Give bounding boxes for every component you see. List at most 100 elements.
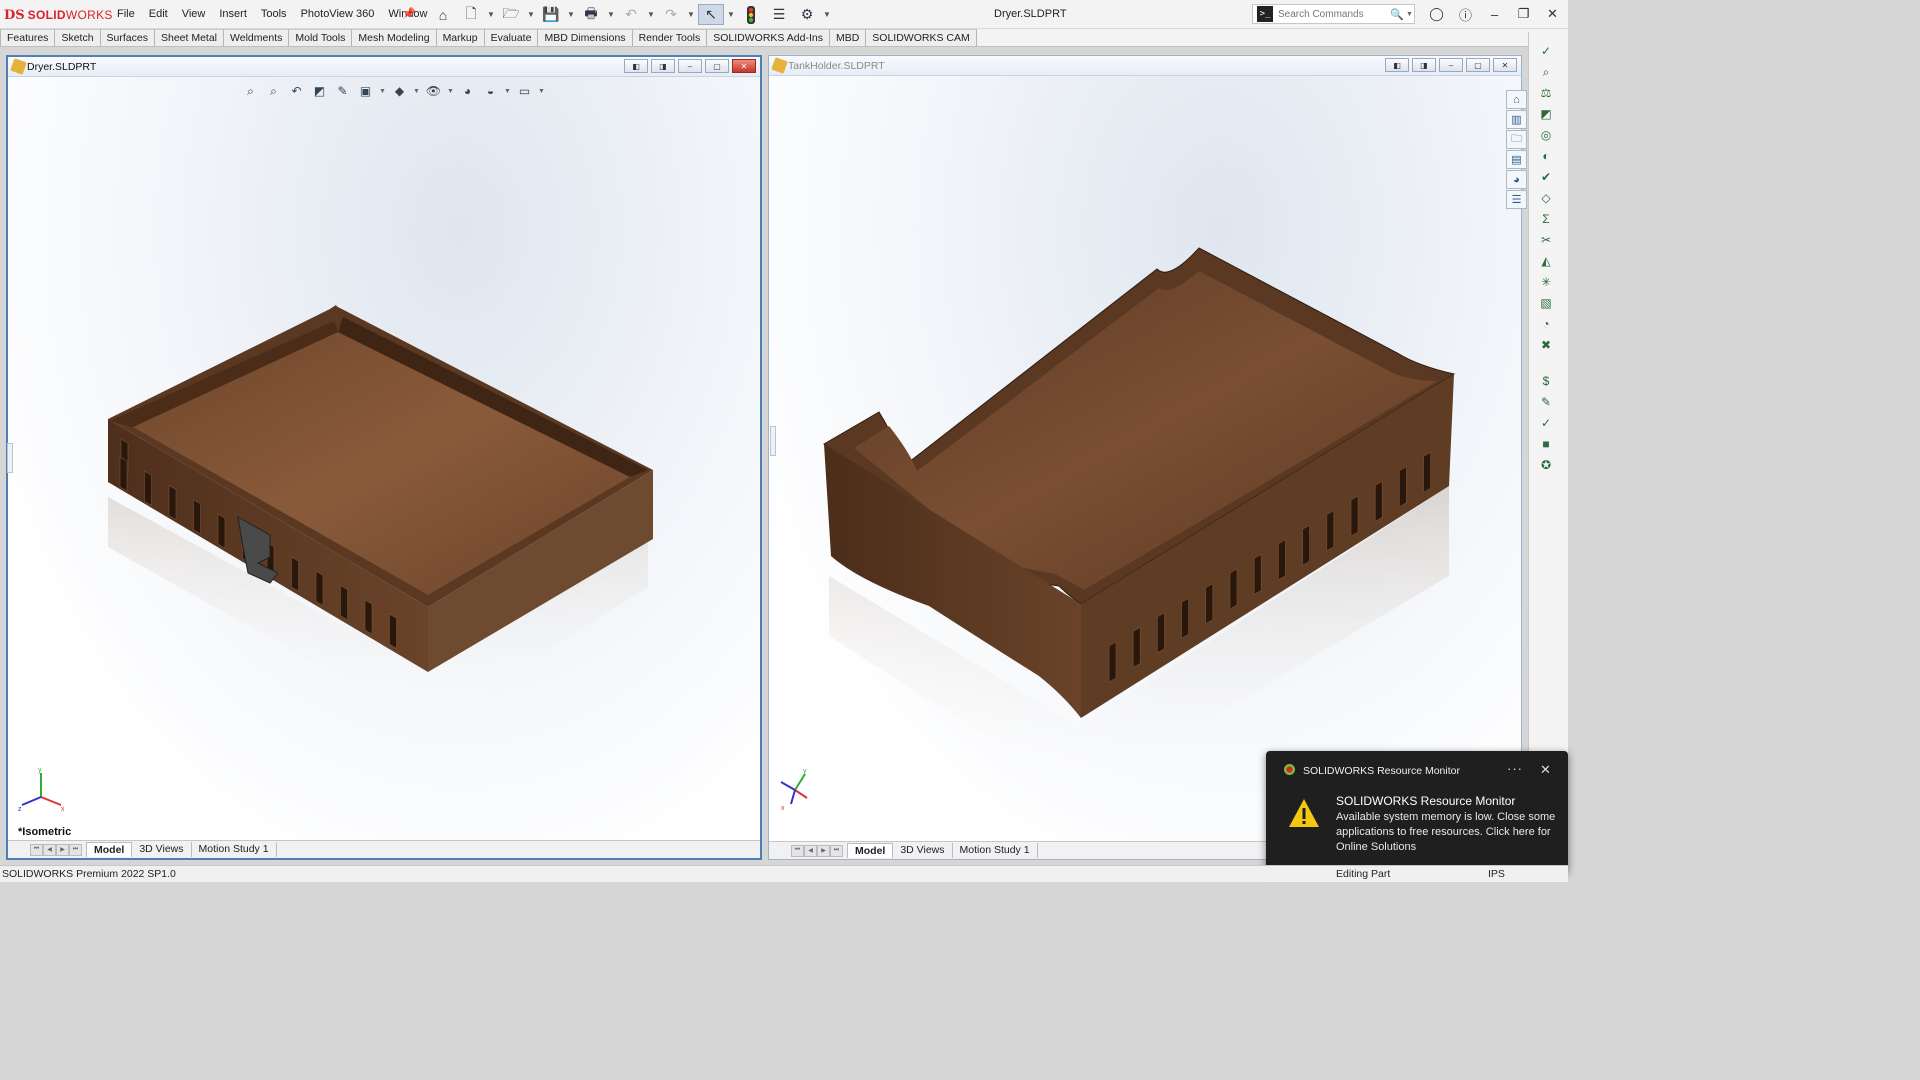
tab-motion-study[interactable]: Motion Study 1 [953,843,1038,858]
save-icon[interactable]: 💾 [538,4,564,25]
open-folder-icon[interactable]: 🗁 [498,4,524,25]
undercut-analysis-icon[interactable]: ◭ [1535,252,1557,270]
document-title-bar[interactable]: Dryer.SLDPRT ◧ ◨ – ▢ ✕ [8,57,760,77]
options-dropdown-icon[interactable]: ▼ [822,4,832,25]
graphics-area[interactable]: y x [769,76,1521,841]
home-icon[interactable]: ⌂ [430,4,456,25]
tab-features[interactable]: Features [0,29,56,46]
next-tab-icon[interactable]: ▶ [56,843,69,856]
user-account-icon[interactable]: ◯ [1422,4,1451,24]
tile-left-icon[interactable]: ◧ [1385,58,1409,72]
doc-minimize-icon[interactable]: – [678,59,702,73]
search-icon[interactable]: 🔍 [1390,8,1406,21]
measure-icon[interactable]: ⌕ [1535,63,1557,81]
restore-icon[interactable]: ❐ [1509,4,1538,24]
save-dropdown-icon[interactable]: ▼ [566,4,576,25]
print-dropdown-icon[interactable]: ▼ [606,4,616,25]
tab-markup[interactable]: Markup [436,29,485,46]
menu-photoview-360[interactable]: PhotoView 360 [294,6,382,22]
design-library-icon[interactable]: ▥ [1506,110,1527,129]
verify-icon[interactable]: ✓ [1535,414,1557,432]
geometry-analysis-icon[interactable]: ◐ [1535,147,1557,165]
open-dropdown-icon[interactable]: ▼ [526,4,536,25]
tab-mesh-modeling[interactable]: Mesh Modeling [352,29,437,46]
appearances-icon[interactable]: ◕ [1506,170,1527,189]
first-tab-icon[interactable]: ⏮ [791,844,804,857]
tab-solidworks-cam[interactable]: SOLIDWORKS CAM [866,29,977,46]
minimize-icon[interactable]: – [1480,4,1509,24]
next-tab-icon[interactable]: ▶ [817,844,830,857]
document-window-tankholder[interactable]: TankHolder.SLDPRT ◧ ◨ – ▢ ✕ y x ⏮ ◀ ▶ ⏭ … [768,55,1522,860]
first-tab-icon[interactable]: ⏮ [30,843,43,856]
select-pointer-icon[interactable]: ↖ [698,4,724,25]
compare-documents-icon[interactable]: ■ [1535,435,1557,453]
tab-solidworks-add-ins[interactable]: SOLIDWORKS Add-Ins [707,29,830,46]
tab-surfaces[interactable]: Surfaces [100,29,155,46]
menu-insert[interactable]: Insert [212,6,254,22]
search-dropdown-icon[interactable]: ▼ [1406,11,1414,18]
graphics-area[interactable]: ⌕ ⌕ ↶ ◩ ✎ ▣ ▼ ◆ ▼ 👁 ▼ ◕ ◒ ▼ ▭ ▼ y x z *I… [8,77,760,840]
menu-view[interactable]: View [175,6,213,22]
resource-monitor-notification[interactable]: SOLIDWORKS Resource Monitor ··· ✕ SOLIDW… [1266,751,1568,872]
tab-sheet-metal[interactable]: Sheet Metal [154,29,225,46]
pin-menu-icon[interactable]: 📌 [402,7,416,20]
left-panel-splitter-handle[interactable] [7,443,13,473]
tab-sketch[interactable]: Sketch [55,29,101,46]
search-input[interactable]: Search Commands [1273,9,1390,20]
doc-maximize-icon[interactable]: ▢ [1466,58,1490,72]
tab-render-tools[interactable]: Render Tools [632,29,708,46]
dryer-model[interactable] [8,77,760,840]
tab-3d-views[interactable]: 3D Views [132,842,192,857]
draft-analysis-icon[interactable]: ✂ [1535,231,1557,249]
redo-icon[interactable]: ↷ [658,4,684,25]
document-title-bar[interactable]: TankHolder.SLDPRT ◧ ◨ – ▢ ✕ [769,56,1521,76]
undo-icon[interactable]: ↶ [618,4,644,25]
viewport-splitter-handle[interactable] [770,426,776,456]
redo-dropdown-icon[interactable]: ▼ [686,4,696,25]
new-document-icon[interactable]: 🗋 [458,4,484,25]
doc-maximize-icon[interactable]: ▢ [705,59,729,73]
spell-check-icon[interactable]: ✓ [1535,42,1557,60]
deviation-analysis-icon[interactable]: ◇ [1535,189,1557,207]
view-palette-icon[interactable]: ▤ [1506,150,1527,169]
help-icon[interactable]: ⓘ [1451,4,1480,24]
solidworks-resources-icon[interactable]: ⌂ [1506,90,1527,109]
tile-left-icon[interactable]: ◧ [624,59,648,73]
rebuild-traffic-light-icon[interactable] [738,4,764,25]
file-explorer-icon[interactable]: 🗀 [1506,130,1527,149]
more-options-icon[interactable]: ··· [1507,761,1523,776]
doc-minimize-icon[interactable]: – [1439,58,1463,72]
select-dropdown-icon[interactable]: ▼ [726,4,736,25]
curvature-icon[interactable]: ◔ [1535,315,1557,333]
tile-right-icon[interactable]: ◨ [651,59,675,73]
section-properties-icon[interactable]: ◩ [1535,105,1557,123]
search-commands-box[interactable]: >_ Search Commands 🔍 ▼ [1252,4,1415,24]
tab-mold-tools[interactable]: Mold Tools [289,29,353,46]
prev-tab-icon[interactable]: ◀ [43,843,56,856]
doc-close-icon[interactable]: ✕ [1493,58,1517,72]
last-tab-icon[interactable]: ⏭ [69,843,82,856]
undo-dropdown-icon[interactable]: ▼ [646,4,656,25]
tab-mbd[interactable]: MBD [829,29,867,46]
last-tab-icon[interactable]: ⏭ [830,844,843,857]
unit-system[interactable]: IPS [1488,868,1505,880]
tab-mbd-dimensions[interactable]: MBD Dimensions [538,29,633,46]
options-gear-icon[interactable]: ⚙ [794,4,820,25]
doc-close-icon[interactable]: ✕ [732,59,756,73]
menu-tools[interactable]: Tools [254,6,294,22]
mass-properties-icon[interactable]: ⚖ [1535,84,1557,102]
tile-right-icon[interactable]: ◨ [1412,58,1436,72]
tab-evaluate[interactable]: Evaluate [484,29,539,46]
solidworks-logo[interactable]: DS SOLIDWORKS [4,6,113,24]
sustainability-icon[interactable]: ✪ [1535,456,1557,474]
tab-model[interactable]: Model [847,843,894,858]
tab-model[interactable]: Model [86,842,133,857]
file-properties-icon[interactable]: ☰ [766,4,792,25]
custom-properties-icon[interactable]: ☰ [1506,190,1527,209]
design-check-icon[interactable]: ✎ [1535,393,1557,411]
notification-body[interactable]: Available system memory is low. Close so… [1336,810,1558,855]
costing-icon[interactable]: $ [1535,372,1557,390]
close-icon[interactable]: ✕ [1538,4,1567,24]
check-icon[interactable]: ◎ [1535,126,1557,144]
thickness-analysis-icon[interactable]: ▧ [1535,294,1557,312]
